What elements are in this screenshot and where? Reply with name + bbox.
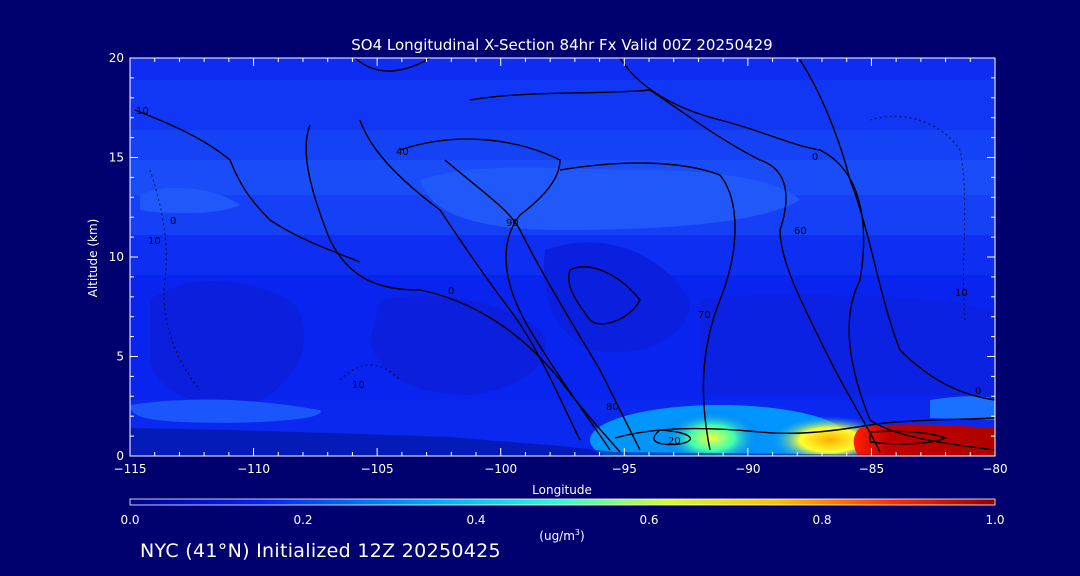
footer-caption: NYC (41°N) Initialized 12Z 20250425 bbox=[140, 540, 501, 562]
x-tick-label: −95 bbox=[612, 462, 637, 476]
colorbar-tick-label: 0.0 bbox=[120, 513, 139, 527]
contour-label: 60 bbox=[794, 226, 807, 237]
colorbar-tick-label: 0.2 bbox=[293, 513, 312, 527]
contour-label: 0 bbox=[975, 386, 981, 397]
contour-label: 10 bbox=[148, 236, 161, 247]
chart-title: SO4 Longitudinal X-Section 84hr Fx Valid… bbox=[351, 36, 772, 54]
contour-label: 0 bbox=[448, 286, 454, 297]
plume-red-core bbox=[853, 424, 995, 456]
colorbar-tick-label: 0.4 bbox=[466, 513, 485, 527]
y-tick-label: 20 bbox=[109, 51, 124, 65]
contour-label: 10 bbox=[352, 380, 365, 391]
contour-label: 0 bbox=[812, 152, 818, 163]
x-tick-label: −115 bbox=[114, 462, 147, 476]
colorbar-units-label: (ug/m bbox=[539, 529, 575, 543]
field-light-region bbox=[930, 396, 995, 420]
y-tick-label: 15 bbox=[109, 151, 124, 165]
x-tick-label: −85 bbox=[859, 462, 884, 476]
colorbar-units: (ug/m3) bbox=[539, 528, 584, 543]
x-tick-label: −90 bbox=[735, 462, 760, 476]
colorbar-units-tail: ) bbox=[580, 529, 585, 543]
colorbar bbox=[129, 498, 996, 506]
chart-canvas: SO4 Longitudinal X-Section 84hr Fx Valid… bbox=[86, 36, 1008, 543]
contour-label: 80 bbox=[606, 402, 619, 413]
x-tick-label: −80 bbox=[982, 462, 1007, 476]
x-tick-label: −110 bbox=[237, 462, 270, 476]
y-tick-label: 0 bbox=[116, 449, 124, 463]
contour-label: 70 bbox=[698, 310, 711, 321]
colorbar-tick-label: 0.8 bbox=[812, 513, 831, 527]
contour-label: 10 bbox=[955, 288, 968, 299]
contour-label: 40 bbox=[396, 147, 409, 158]
field-dark-region bbox=[700, 294, 995, 395]
contour-label: 0 bbox=[170, 216, 176, 227]
x-axis-label: Longitude bbox=[532, 483, 592, 497]
x-tick-label: −100 bbox=[484, 462, 517, 476]
colorbar-tick-label: 1.0 bbox=[985, 513, 1004, 527]
x-tick-label: −105 bbox=[361, 462, 394, 476]
field-band bbox=[130, 58, 995, 80]
y-tick-label: 5 bbox=[116, 350, 124, 364]
colorbar-ticks: 0.0 0.2 0.4 0.6 0.8 1.0 bbox=[120, 513, 1004, 527]
plot-area: 10 0 10 40 90 0 20 0 60 70 80 0 10 10 bbox=[130, 58, 995, 456]
colorbar-tick-label: 0.6 bbox=[639, 513, 658, 527]
y-tick-label: 10 bbox=[109, 250, 124, 264]
field-band bbox=[130, 80, 995, 130]
contour-label: 10 bbox=[136, 106, 149, 117]
contour-label: 90 bbox=[506, 218, 519, 229]
y-axis-label: Altitude (km) bbox=[86, 219, 100, 298]
contour-label: 20 bbox=[668, 436, 681, 447]
field-band bbox=[130, 130, 995, 160]
